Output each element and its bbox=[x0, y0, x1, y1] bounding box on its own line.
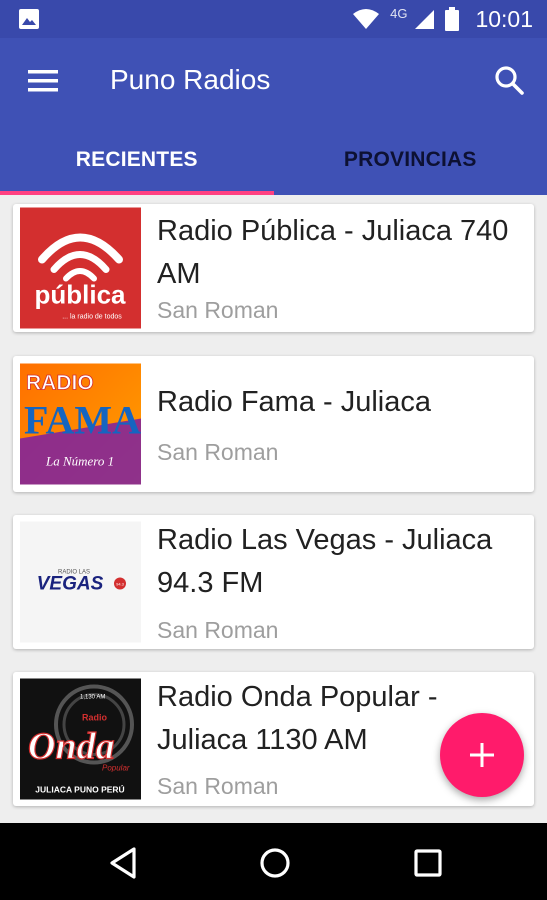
logo-text: JULIACA PUNO PERÚ bbox=[35, 784, 124, 795]
logo-text: ... la radio de todos bbox=[62, 314, 122, 321]
station-card[interactable]: pública ... la radio de todos Radio Públ… bbox=[13, 204, 534, 332]
network-type: 4G bbox=[390, 5, 408, 21]
radio-onda-popular-logo: 1,130 AM Radio Onda Popular JULIACA PUNO… bbox=[20, 678, 141, 800]
station-province: San Roman bbox=[157, 297, 279, 323]
logo-text: Popular bbox=[102, 764, 130, 773]
cell-signal-icon bbox=[415, 10, 435, 29]
logo-text: 94.3 bbox=[116, 582, 125, 587]
logo-text: 1,130 AM bbox=[80, 695, 105, 701]
back-icon[interactable] bbox=[104, 843, 144, 883]
tab-recientes[interactable]: RECIENTES bbox=[0, 124, 274, 195]
logo-text: Onda bbox=[28, 726, 115, 768]
station-name: Radio Las Vegas - Juliaca 94.3 FM bbox=[157, 524, 493, 599]
wifi-icon bbox=[353, 9, 380, 29]
station-province: San Roman bbox=[157, 773, 279, 799]
logo-text: RADIO bbox=[26, 372, 94, 395]
station-card[interactable]: RADIO FAMA La Número 1 Radio Fama - Juli… bbox=[13, 356, 534, 492]
radio-fama-logo: RADIO FAMA La Número 1 bbox=[20, 363, 141, 485]
tab-provincias[interactable]: PROVINCIAS bbox=[274, 124, 547, 195]
logo-text: pública bbox=[34, 280, 126, 310]
app-bar: Puno Radios bbox=[0, 38, 547, 124]
plus-icon bbox=[470, 743, 494, 767]
logo-text: La Número 1 bbox=[45, 454, 114, 469]
search-icon[interactable] bbox=[493, 64, 525, 96]
station-province: San Roman bbox=[157, 617, 279, 643]
menu-icon[interactable] bbox=[26, 66, 60, 96]
home-icon[interactable] bbox=[255, 843, 295, 883]
add-fab-button[interactable] bbox=[440, 713, 524, 797]
image-notification-icon bbox=[19, 9, 39, 29]
logo-text: FAMA bbox=[24, 398, 141, 443]
battery-icon bbox=[445, 7, 460, 31]
tab-bar: RECIENTES PROVINCIAS bbox=[0, 124, 547, 195]
station-name: Radio Pública - Juliaca 740 AM bbox=[157, 215, 509, 290]
recents-icon[interactable] bbox=[408, 843, 448, 883]
station-province: San Roman bbox=[157, 439, 279, 465]
station-name: Radio Fama - Juliaca bbox=[157, 386, 431, 418]
radio-las-vegas-logo: RADIO LAS VEGAS 94.3 bbox=[20, 521, 141, 643]
logo-text: VEGAS bbox=[37, 574, 104, 595]
status-time: 10:01 bbox=[475, 5, 533, 32]
radio-publica-logo: pública ... la radio de todos bbox=[20, 207, 141, 329]
system-nav-bar bbox=[0, 823, 547, 900]
station-card[interactable]: RADIO LAS VEGAS 94.3 Radio Las Vegas - J… bbox=[13, 515, 534, 649]
status-bar: 4G 10:01 bbox=[0, 0, 547, 38]
logo-text: Radio bbox=[82, 713, 108, 723]
app-title: Puno Radios bbox=[110, 64, 271, 95]
